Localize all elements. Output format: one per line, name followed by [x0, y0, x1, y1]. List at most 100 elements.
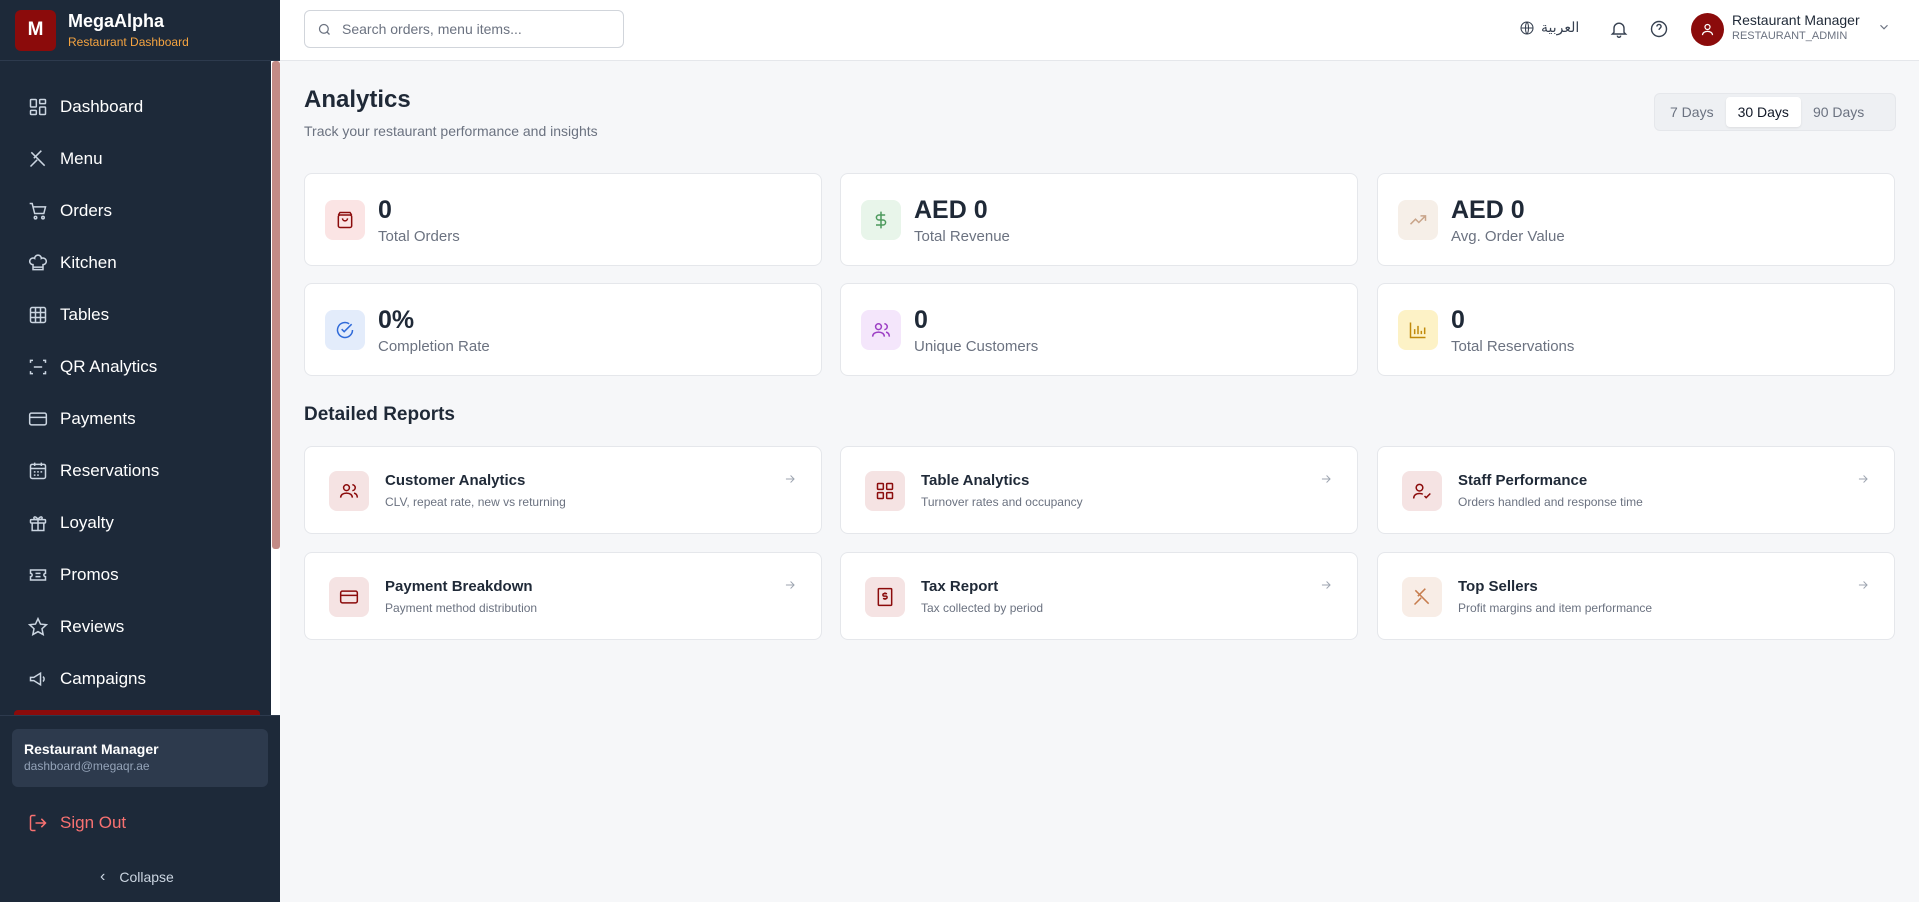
user-menu[interactable]: Restaurant Manager RESTAURANT_ADMIN	[1732, 12, 1860, 44]
sidebar-user-card[interactable]: Restaurant Manager dashboard@megaqr.ae	[12, 729, 268, 787]
credit-card-icon	[339, 590, 359, 604]
stat-value: 0%	[378, 306, 415, 334]
megaphone-icon	[29, 671, 45, 687]
sidebar-item-label: Tables	[60, 305, 110, 324]
report-description: CLV, repeat rate, new vs returning	[385, 495, 566, 509]
chef-hat-icon	[29, 254, 47, 271]
report-description: Turnover rates and occupancy	[921, 495, 1083, 509]
search-icon	[318, 23, 330, 35]
report-card-tax-report[interactable]: Tax Report Tax collected by period	[840, 552, 1358, 640]
report-title: Top Sellers	[1458, 578, 1538, 595]
user-role: RESTAURANT_ADMIN	[1732, 30, 1848, 42]
stat-label: Total Reservations	[1451, 338, 1575, 355]
notifications-button[interactable]	[1609, 19, 1629, 39]
bell-icon	[1610, 22, 1628, 38]
report-title: Staff Performance	[1458, 472, 1588, 489]
users-icon	[339, 484, 359, 498]
stat-icon-box	[1398, 310, 1438, 350]
gift-icon	[29, 516, 47, 532]
stat-value: 0	[378, 196, 392, 224]
sidebar-item-payments[interactable]: Payments	[0, 393, 270, 445]
stat-icon-box	[325, 310, 365, 350]
report-description: Payment method distribution	[385, 601, 538, 615]
sidebar-item-label: Kitchen	[60, 253, 117, 272]
log-out-icon	[29, 814, 47, 832]
stat-label: Unique Customers	[914, 338, 1039, 355]
report-card-payment-breakdown[interactable]: Payment Breakdown Payment method distrib…	[304, 552, 822, 640]
sidebar-item-tables[interactable]: Tables	[0, 289, 270, 341]
sidebar-item-qr-analytics[interactable]: QR Analytics	[0, 341, 270, 393]
help-button[interactable]	[1649, 19, 1669, 39]
sign-out-button[interactable]: Sign Out	[28, 813, 126, 833]
collapse-sidebar-button[interactable]: ‹ Collapse	[100, 868, 174, 886]
table-icon	[29, 306, 47, 324]
range-30-days-button[interactable]: 30 Days	[1725, 97, 1801, 127]
collapse-label: Collapse	[119, 869, 174, 885]
stat-value: AED 0	[914, 196, 988, 224]
brand-subtitle: Restaurant Dashboard	[68, 34, 189, 49]
users-icon	[871, 323, 891, 337]
shopping-bag-icon	[337, 211, 353, 229]
stat-value: 0	[1451, 306, 1465, 334]
sidebar-item-loyalty[interactable]: Loyalty	[0, 497, 270, 549]
report-card-top-sellers[interactable]: Top Sellers Profit margins and item perf…	[1377, 552, 1895, 640]
range-7-days-button[interactable]: 7 Days	[1658, 97, 1726, 127]
help-circle-icon	[1650, 20, 1668, 38]
report-title: Customer Analytics	[385, 472, 526, 489]
dollar-icon	[875, 211, 887, 229]
arrow-right-icon	[1319, 472, 1333, 486]
sidebar-item-menu[interactable]: Menu	[0, 133, 270, 185]
sidebar-item-kitchen[interactable]: Kitchen	[0, 237, 270, 289]
page-subtitle: Track your restaurant performance and in…	[304, 123, 598, 139]
section-title-detailed-reports: Detailed Reports	[304, 404, 455, 425]
report-title: Tax Report	[921, 578, 999, 595]
receipt-icon	[877, 587, 893, 607]
cart-icon	[29, 202, 47, 220]
sidebar-item-label: Menu	[60, 149, 103, 168]
sidebar-item-dashboard[interactable]: Dashboard	[0, 81, 270, 133]
chevron-down-icon[interactable]	[1877, 20, 1891, 34]
sidebar-item-orders[interactable]: Orders	[0, 185, 270, 237]
report-card-staff-performance[interactable]: Staff Performance Orders handled and res…	[1377, 446, 1895, 534]
sidebar-item-reviews[interactable]: Reviews	[0, 601, 270, 653]
trending-up-icon	[1409, 215, 1427, 225]
utensils-icon	[1413, 588, 1430, 606]
grid-icon	[876, 482, 894, 500]
sidebar-footer: Restaurant Manager dashboard@megaqr.ae S…	[0, 715, 280, 902]
stat-card-total-reservations: 0 Total Reservations	[1377, 283, 1895, 376]
report-icon-box	[865, 577, 905, 617]
arrow-right-icon	[783, 578, 797, 592]
report-card-customer-analytics[interactable]: Customer Analytics CLV, repeat rate, new…	[304, 446, 822, 534]
language-switcher[interactable]: العربية	[1519, 19, 1579, 36]
avatar[interactable]	[1691, 13, 1724, 46]
report-icon-box	[329, 471, 369, 511]
brand-name: MegaAlpha	[68, 10, 165, 31]
sidebar-item-reservations[interactable]: Reservations	[0, 445, 270, 497]
report-description: Tax collected by period	[921, 601, 1044, 615]
arrow-right-icon	[783, 472, 797, 486]
sidebar-item-label: Promos	[60, 565, 119, 584]
sidebar-item-promos[interactable]: Promos	[0, 549, 270, 601]
report-card-table-analytics[interactable]: Table Analytics Turnover rates and occup…	[840, 446, 1358, 534]
stat-label: Total Revenue	[914, 228, 1010, 245]
globe-icon	[1520, 20, 1534, 35]
sidebar-item-campaigns[interactable]: Campaigns	[0, 653, 270, 705]
sidebar: M MegaAlpha Restaurant Dashboard Dashboa…	[0, 0, 280, 902]
arrow-right-icon	[1856, 472, 1870, 486]
page-title: Analytics	[304, 86, 411, 113]
brand-logo[interactable]: M	[15, 9, 56, 51]
range-90-days-button[interactable]: 90 Days	[1801, 97, 1876, 127]
stat-label: Completion Rate	[378, 338, 490, 355]
search-box[interactable]	[304, 10, 624, 48]
sidebar-nav: Dashboard Menu Orders Kitchen Tables QR …	[0, 61, 270, 715]
arrow-right-icon	[1319, 578, 1333, 592]
sidebar-user-name: Restaurant Manager	[24, 741, 159, 757]
stat-card-total-revenue: AED 0 Total Revenue	[840, 173, 1358, 266]
check-circle-icon	[336, 321, 354, 339]
chevron-left-icon: ‹	[100, 868, 106, 885]
user-name: Restaurant Manager	[1732, 12, 1860, 28]
sidebar-user-email: dashboard@megaqr.ae	[24, 759, 150, 773]
calendar-icon	[29, 462, 47, 480]
search-input[interactable]	[342, 21, 612, 37]
sidebar-scrollbar-thumb[interactable]	[272, 61, 280, 549]
